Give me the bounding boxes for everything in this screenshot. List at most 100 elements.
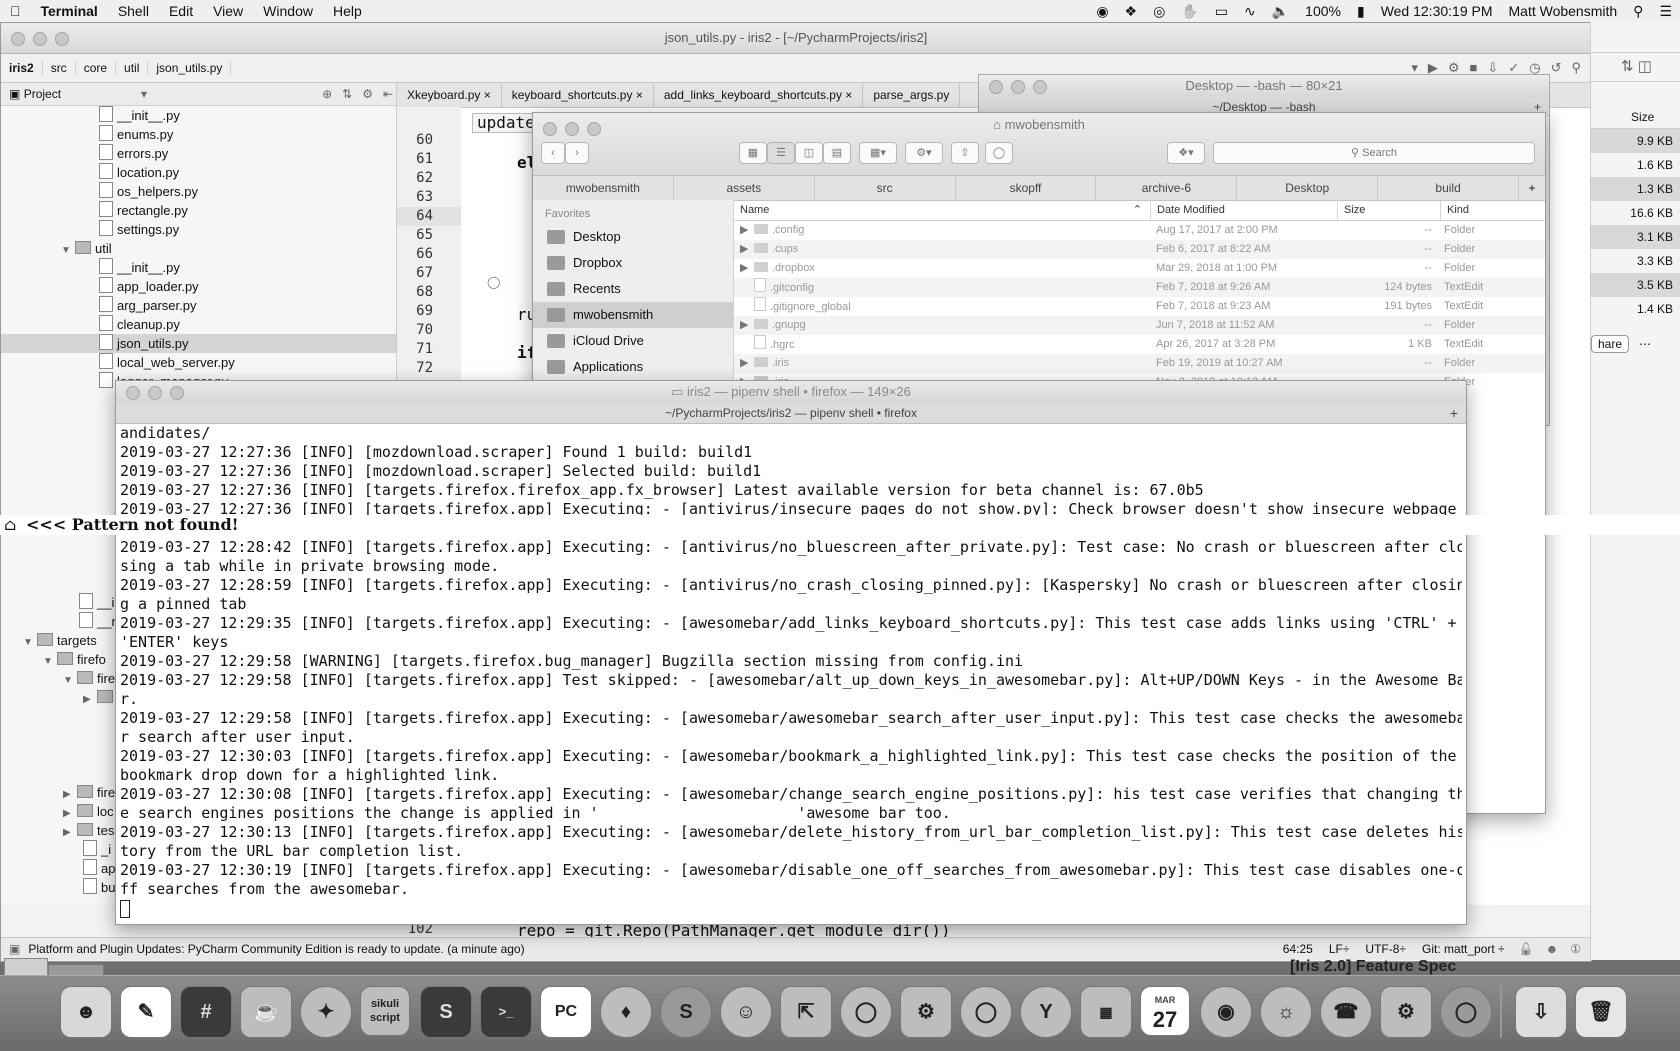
menu-shell[interactable]: Shell (108, 3, 159, 19)
forward-button[interactable]: › (565, 142, 589, 164)
file-encoding[interactable]: UTF-8÷ (1357, 942, 1414, 956)
editor-tab[interactable]: parse_args.py (863, 83, 961, 107)
status-toggle-icon[interactable]: ▣ (1, 942, 28, 956)
tree-file[interactable]: errors.py (99, 144, 168, 163)
spotlight-search-icon[interactable]: ⚲ (1625, 3, 1651, 20)
tree-file[interactable]: app_loader.py (99, 277, 199, 296)
status-icon-alien[interactable]: ◉ (1088, 3, 1116, 20)
breadcrumb-util[interactable]: util (116, 61, 149, 75)
tree-file[interactable]: __init__.py (99, 258, 180, 277)
tree-folder[interactable]: ▶ (83, 688, 117, 707)
tree-file[interactable]: settings.py (99, 220, 179, 239)
sidebar-item-desktop[interactable]: Desktop (533, 224, 733, 250)
network-dock-icon[interactable]: ☼ (1260, 986, 1312, 1038)
tree-file[interactable]: local_web_server.py (99, 353, 235, 372)
project-view-dropdown-icon[interactable]: ▾ (141, 87, 147, 101)
breadcrumb-project[interactable]: iris2 (1, 61, 43, 75)
tree-folder[interactable]: ▶ fire (63, 783, 115, 802)
more-icon[interactable]: ⋯ (1639, 337, 1651, 351)
tree-folder[interactable]: ▼ targets (23, 631, 97, 650)
pitcher-dock-icon[interactable]: ☕ (240, 986, 292, 1038)
airplay-icon[interactable]: ▭ (1207, 3, 1236, 20)
finder-row[interactable]: .gitconfig Feb 7, 2018 at 9:26 AM 124 byte… (734, 278, 1545, 297)
icon-view-button[interactable]: ▦ (739, 142, 767, 164)
collapse-all-icon[interactable]: ⇅ (342, 87, 352, 101)
firefox-dock-icon[interactable]: ◯ (840, 986, 892, 1038)
revert-icon[interactable]: ↺ (1551, 60, 1562, 76)
status-icon-hand[interactable]: ✋ (1173, 3, 1206, 20)
finder-dock-icon[interactable]: ☻ (60, 986, 112, 1038)
trash-dock-icon[interactable]: 🗑 (1575, 986, 1627, 1038)
finder-tab[interactable]: src (815, 176, 956, 200)
menu-view[interactable]: View (203, 3, 253, 19)
line-separator[interactable]: LF÷ (1321, 942, 1358, 956)
chevron-right-icon[interactable]: ▶ (83, 690, 97, 709)
column-header-date[interactable]: Date Modified (1151, 200, 1338, 220)
downloads-dock-icon[interactable]: ⇩ (1515, 986, 1567, 1038)
chrome-dock-icon[interactable]: ◉ (1200, 986, 1252, 1038)
back-button[interactable]: ‹ (541, 142, 565, 164)
column-header-name[interactable]: Name ⌃ (734, 200, 1151, 220)
tree-file-selected[interactable]: json_utils.py (1, 334, 396, 353)
tree-file[interactable]: ap (83, 859, 115, 878)
new-tab-icon[interactable]: + (1450, 403, 1458, 423)
locate-file-icon[interactable]: ⊕ (322, 87, 332, 101)
column-view-button[interactable]: ◫ (795, 142, 823, 164)
editor-tab[interactable]: keyboard_shortcuts.py × (502, 83, 654, 107)
dropbox-icon[interactable]: ❖ (1117, 3, 1146, 20)
dropbox-icon[interactable]: ❖▾ (1167, 142, 1205, 164)
firefox-nightly-dock-icon[interactable]: ◯ (960, 986, 1012, 1038)
finder-row[interactable]: ▶ .cups Feb 6, 2017 at 8:22 AM -- Folder (734, 240, 1545, 259)
lock-icon[interactable]: 🔓 (1513, 942, 1540, 956)
chevron-down-icon[interactable]: ▼ (43, 652, 57, 671)
sidebar-item-applications[interactable]: Applications (533, 354, 733, 380)
action-gear-button[interactable]: ⚙▾ (905, 142, 943, 164)
editor-tab[interactable]: add_links_keyboard_shortcuts.py × (654, 83, 864, 107)
minimize-button[interactable] (148, 386, 162, 400)
yoink-dock-icon[interactable]: Y (1020, 986, 1072, 1038)
sublime-dock-icon[interactable]: S (420, 986, 472, 1038)
menu-edit[interactable]: Edit (159, 3, 203, 19)
close-tab-icon[interactable]: × (636, 88, 643, 102)
finder-row[interactable]: .gitignore_global Feb 7, 2018 at 9:23 AM 1… (734, 297, 1545, 316)
finder-tab[interactable]: assets (674, 176, 815, 200)
tree-file[interactable]: location.py (99, 163, 179, 182)
tree-folder[interactable]: ▼ fire (63, 669, 115, 688)
cyberduck-dock-icon[interactable]: ☺ (720, 986, 772, 1038)
resize-dock-icon[interactable]: ⇱ (780, 986, 832, 1038)
share-button[interactable]: hare (1591, 335, 1630, 353)
tree-file[interactable]: enums.py (99, 125, 173, 144)
zoom-button[interactable] (1033, 80, 1047, 94)
git-branch[interactable]: Git: matt_port ÷ (1414, 942, 1513, 956)
zoom-button[interactable] (55, 32, 69, 46)
tree-folder[interactable]: ▶ tes (63, 821, 114, 840)
evernote-dock-icon[interactable]: ♦ (600, 986, 652, 1038)
disclosure-triangle-icon[interactable]: ▶ (740, 221, 754, 240)
breadcrumb-src[interactable]: src (43, 61, 76, 75)
new-tab-icon[interactable]: + (1519, 176, 1545, 200)
battery-percent[interactable]: 100% (1297, 3, 1349, 19)
hide-panel-icon[interactable]: ⇤ (383, 87, 393, 101)
chevron-down-icon[interactable]: ▼ (61, 241, 75, 260)
project-view-icon[interactable]: ▣ (9, 87, 20, 101)
finder-search-input[interactable]: ⚲ Search (1213, 142, 1535, 164)
tree-file[interactable]: bu (83, 878, 115, 897)
chevron-right-icon[interactable]: ▶ (63, 823, 77, 842)
close-button[interactable] (126, 386, 140, 400)
list-view-button[interactable]: ☰ (767, 142, 795, 164)
tree-folder[interactable]: ▶ loc (63, 802, 114, 821)
whatsapp-dock-icon[interactable]: ☎ (1320, 986, 1372, 1038)
sidebar-item-icloud[interactable]: iCloud Drive (533, 328, 733, 354)
sidebar-item-home[interactable]: mwobensmith (533, 302, 733, 328)
project-view-selector[interactable]: Project (24, 87, 61, 101)
terminal-dock-icon[interactable]: >_ (480, 986, 532, 1038)
share-icon[interactable]: ⇧ (951, 142, 979, 164)
minimize-button[interactable] (1011, 80, 1025, 94)
group-by-button[interactable]: ▦▾ (859, 142, 897, 164)
minimize-button[interactable] (565, 122, 579, 136)
finder-tab[interactable]: Desktop (1237, 176, 1379, 200)
tree-file[interactable]: cleanup.py (99, 315, 180, 334)
slack-dock-icon[interactable]: # (180, 986, 232, 1038)
finder-row[interactable]: ▶ .dropbox Mar 29, 2018 at 1:00 PM -- Folder (734, 259, 1545, 278)
minimize-button[interactable] (33, 32, 47, 46)
